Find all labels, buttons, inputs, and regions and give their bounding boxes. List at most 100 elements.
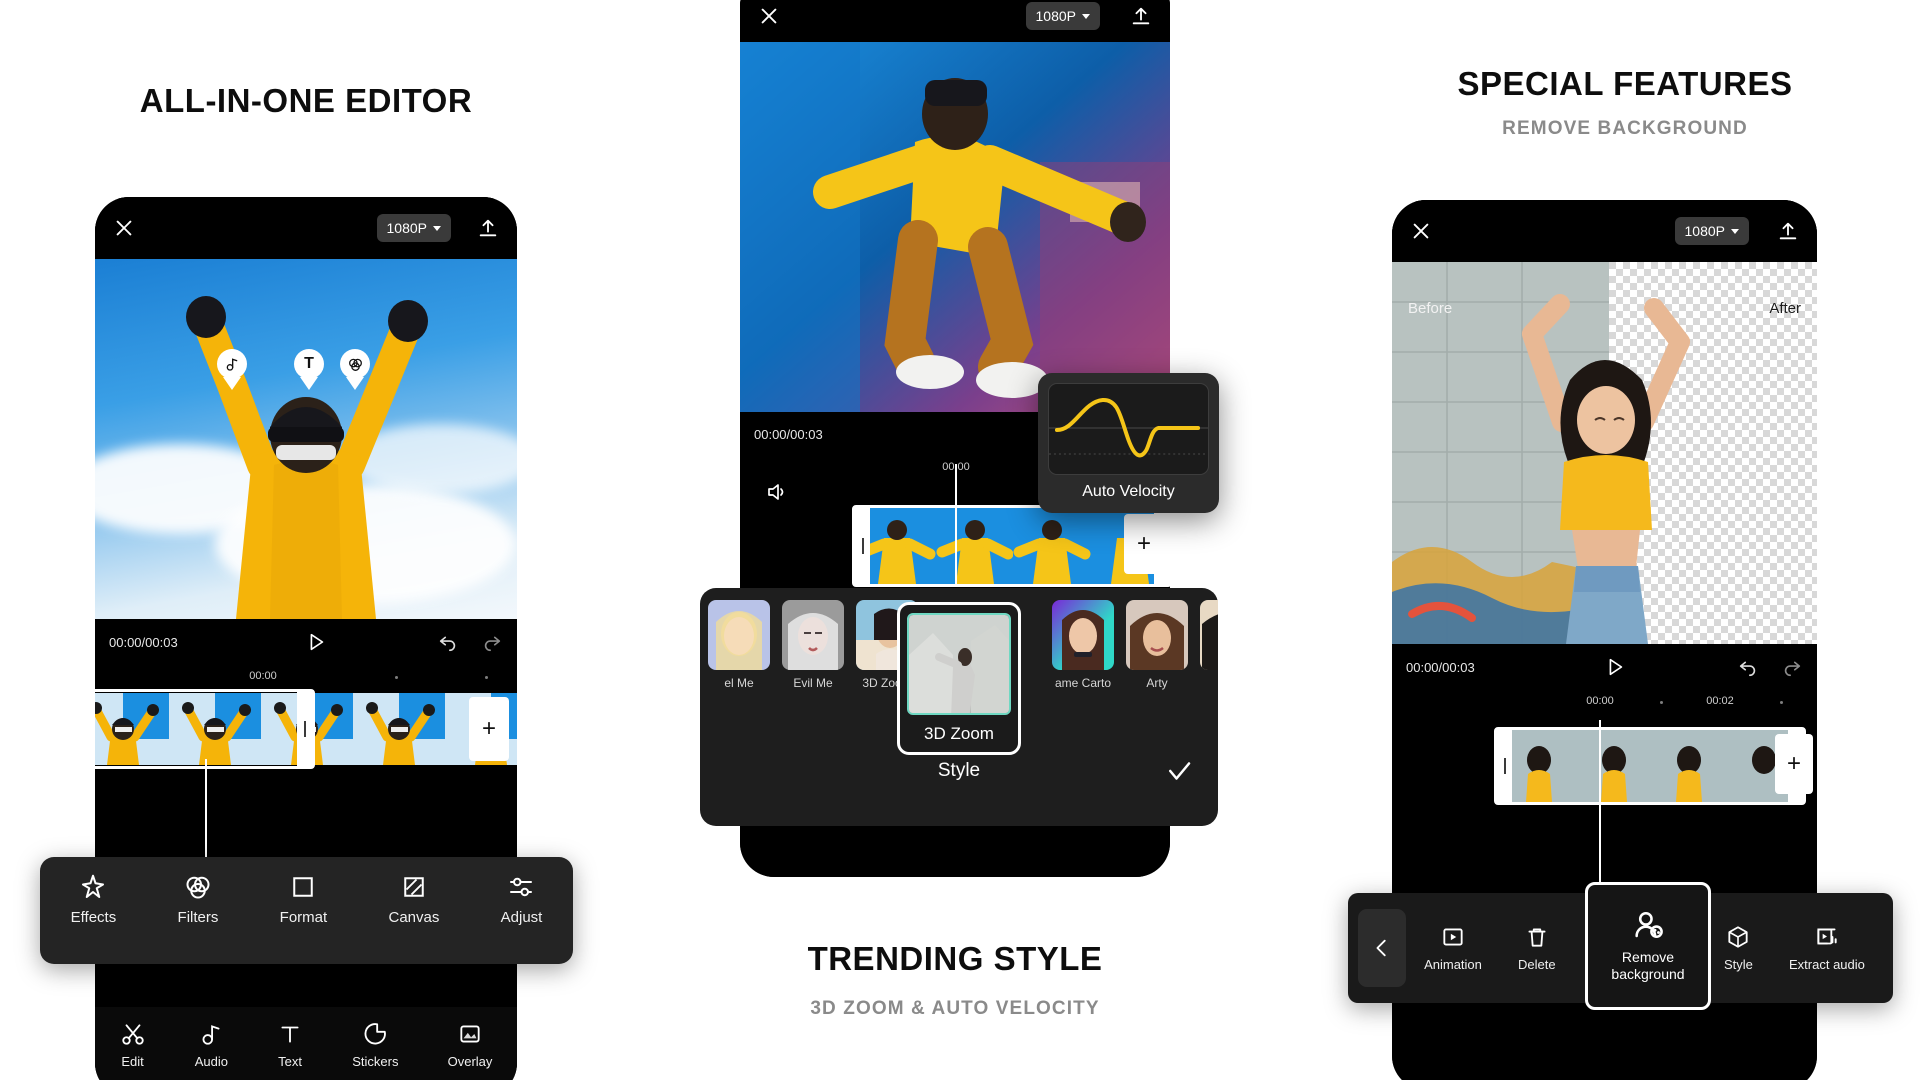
style-label: ame Carto bbox=[1054, 676, 1112, 690]
tool-extract-audio[interactable]: Extract audio bbox=[1789, 924, 1865, 972]
trim-handle-right[interactable] bbox=[297, 692, 312, 766]
topbar-3: 1080P bbox=[1392, 200, 1817, 262]
style-label: el Me bbox=[724, 676, 754, 690]
selected-clip-2[interactable] bbox=[852, 505, 1170, 587]
add-clip-button[interactable]: + bbox=[1124, 514, 1164, 574]
style-thumbnail bbox=[708, 600, 770, 670]
auto-velocity-tooltip[interactable]: Auto Velocity bbox=[1038, 373, 1219, 513]
style-option[interactable]: el Me bbox=[708, 600, 770, 690]
video-track-1[interactable]: + bbox=[95, 689, 517, 769]
check-icon[interactable] bbox=[1164, 756, 1194, 786]
video-preview-3[interactable]: Before After bbox=[1392, 262, 1817, 644]
video-track-3[interactable]: + bbox=[1392, 727, 1817, 805]
extract-audio-icon bbox=[1817, 928, 1837, 945]
video-preview-1[interactable] bbox=[95, 259, 517, 619]
player-bar-3: 00:00/00:03 bbox=[1392, 644, 1817, 690]
upload-icon[interactable] bbox=[1130, 5, 1152, 27]
trim-handle-left[interactable] bbox=[855, 508, 870, 584]
before-label: Before bbox=[1408, 300, 1453, 317]
selected-style-card[interactable]: 3D Zoom bbox=[897, 602, 1021, 755]
tool-adjust[interactable]: Adjust bbox=[501, 872, 542, 926]
selected-clip-3[interactable] bbox=[1494, 727, 1806, 805]
after-label: After bbox=[1769, 300, 1801, 317]
undo-icon[interactable] bbox=[1737, 656, 1759, 678]
playhead-2[interactable] bbox=[955, 464, 957, 586]
close-icon[interactable] bbox=[1410, 220, 1432, 242]
tool-filters[interactable]: Filters bbox=[178, 872, 218, 926]
bottom-nav-1: Edit Audio Text Stickers Overlay bbox=[95, 1007, 517, 1080]
close-icon[interactable] bbox=[113, 217, 135, 239]
add-clip-button[interactable]: + bbox=[1775, 734, 1813, 794]
music-note-icon bbox=[202, 1025, 220, 1045]
tool-effects[interactable]: Effects bbox=[70, 872, 117, 926]
video-preview-2[interactable] bbox=[740, 42, 1170, 412]
play-icon[interactable] bbox=[1604, 656, 1626, 678]
redo-icon[interactable] bbox=[481, 631, 503, 653]
chevron-down-icon bbox=[1731, 228, 1739, 234]
back-button[interactable] bbox=[1358, 909, 1406, 987]
marker-pin-text[interactable]: T bbox=[294, 349, 324, 390]
ruler-tick: 00:00 bbox=[1586, 695, 1614, 707]
upload-icon[interactable] bbox=[1777, 220, 1799, 242]
tool-style[interactable]: Style bbox=[1724, 924, 1753, 972]
trash-icon bbox=[1528, 928, 1546, 947]
timeline-ruler-3[interactable]: 00:00 00:02 bbox=[1392, 690, 1817, 720]
style-label: Evil Me bbox=[793, 676, 833, 690]
remove-background-button[interactable]: Remove background bbox=[1585, 882, 1711, 1010]
velocity-curve-icon bbox=[1048, 383, 1209, 475]
tool-animation[interactable]: Animation bbox=[1424, 924, 1482, 972]
style-option[interactable]: Evil Me bbox=[782, 600, 844, 690]
timecode-3: 00:00/00:03 bbox=[1406, 659, 1475, 675]
tool-delete[interactable]: Delete bbox=[1518, 924, 1556, 972]
cube-icon bbox=[1728, 926, 1748, 948]
nav-item-text[interactable]: Text bbox=[277, 1021, 303, 1069]
style-thumbnail bbox=[1052, 600, 1114, 670]
tool-format[interactable]: Format bbox=[280, 872, 327, 926]
star-sparkle-icon bbox=[82, 874, 105, 898]
style-option[interactable]: ame Carto bbox=[1052, 600, 1114, 690]
style-option[interactable]: Clas bbox=[1200, 600, 1218, 690]
nav-item-stickers[interactable]: Stickers bbox=[352, 1021, 398, 1069]
style-thumbnail bbox=[1200, 600, 1218, 670]
style-option[interactable]: Arty bbox=[1126, 600, 1188, 690]
upload-icon[interactable] bbox=[477, 217, 499, 239]
nav-item-audio[interactable]: Audio bbox=[195, 1021, 228, 1069]
headline-panel-3: SPECIAL FEATURES bbox=[1457, 65, 1793, 102]
music-note-icon bbox=[226, 358, 238, 371]
undo-icon[interactable] bbox=[437, 631, 459, 653]
play-icon[interactable] bbox=[305, 631, 327, 653]
chevron-down-icon bbox=[1082, 13, 1090, 19]
overlay-image-icon bbox=[460, 1025, 480, 1043]
text-t-icon: T bbox=[304, 355, 314, 372]
canvas-hatch-icon bbox=[404, 877, 424, 897]
nav-item-edit[interactable]: Edit bbox=[120, 1021, 146, 1069]
filters-rings-icon bbox=[348, 358, 362, 371]
tool-label: Extract audio bbox=[1789, 957, 1865, 972]
style-thumbnail bbox=[1126, 600, 1188, 670]
style-label: Clas bbox=[1200, 676, 1218, 690]
float-toolbar-1: Effects Filters Format Canvas Adjust bbox=[40, 857, 573, 964]
close-icon[interactable] bbox=[758, 5, 780, 27]
tool-canvas[interactable]: Canvas bbox=[388, 872, 439, 926]
resolution-label: 1080P bbox=[1035, 8, 1076, 24]
trim-handle-left[interactable] bbox=[1497, 730, 1512, 802]
ruler-tick: 00:02 bbox=[1706, 695, 1734, 707]
sticker-icon bbox=[364, 1023, 387, 1045]
tool-label: Effects bbox=[70, 909, 117, 926]
sliders-icon bbox=[510, 877, 533, 897]
tool-label: Animation bbox=[1424, 957, 1482, 972]
preview-subject-1 bbox=[186, 296, 428, 619]
style-thumbnail-selected bbox=[907, 613, 1011, 715]
nav-label: Audio bbox=[194, 1054, 228, 1069]
redo-icon[interactable] bbox=[1781, 656, 1803, 678]
marker-pin-filter[interactable] bbox=[340, 349, 370, 390]
nav-item-overlay[interactable]: Overlay bbox=[447, 1021, 493, 1069]
tool-label: Style bbox=[1723, 957, 1753, 972]
nav-label: Overlay bbox=[447, 1054, 493, 1069]
resolution-chip[interactable]: 1080P bbox=[376, 214, 451, 242]
selected-clip-1[interactable] bbox=[95, 689, 315, 769]
marker-pin-audio[interactable] bbox=[217, 349, 247, 390]
add-clip-button[interactable]: + bbox=[469, 697, 509, 761]
resolution-chip[interactable]: 1080P bbox=[1674, 217, 1749, 245]
resolution-chip[interactable]: 1080P bbox=[1025, 2, 1100, 30]
